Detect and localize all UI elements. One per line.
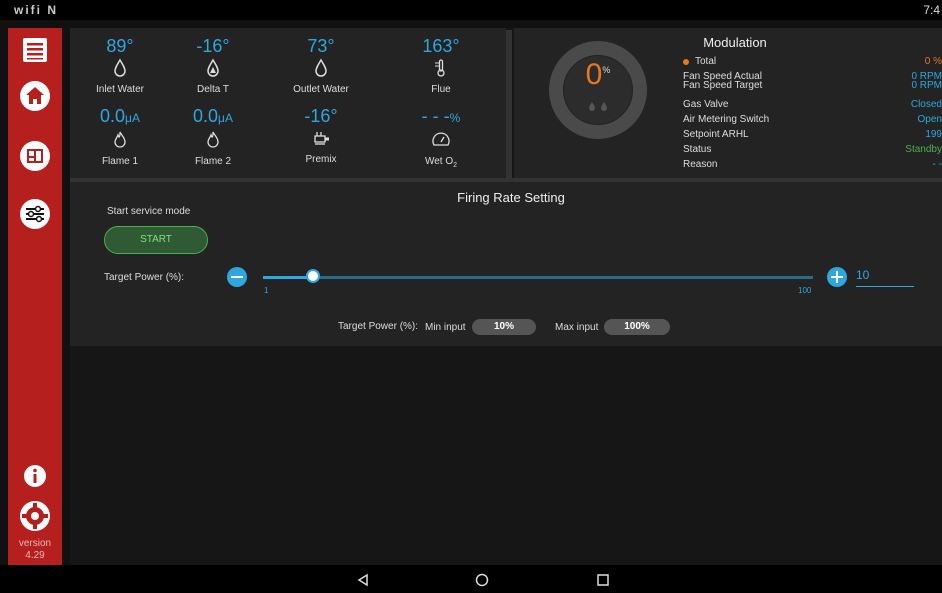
modulation-row: Status Standby <box>683 144 942 156</box>
navigation-bar <box>0 565 942 593</box>
target-power-input[interactable]: 10 <box>856 268 914 287</box>
modulation-row-label: Air Metering Switch <box>683 114 770 125</box>
settings-sliders-icon[interactable] <box>19 198 51 230</box>
sidebar: version 4.29 <box>8 28 62 565</box>
sensor-delta-t: -16° Delta T <box>163 36 263 95</box>
sensor-label: Premix <box>305 154 337 165</box>
back-icon[interactable] <box>356 573 370 587</box>
sensor-value: -16° <box>304 106 338 126</box>
modulation-row-label: Gas Valve <box>683 99 729 110</box>
sensor-unit: μA <box>218 111 233 125</box>
gauge-unit: % <box>602 65 611 75</box>
sensor-label: Inlet Water <box>96 84 144 95</box>
sensor-value: 163° <box>422 36 460 56</box>
version-label: version <box>18 538 52 549</box>
modulation-row: Total 0 % <box>683 56 942 68</box>
modulation-row-value: Open <box>917 114 942 125</box>
sensor-label: Wet O <box>424 156 454 167</box>
delta-drop-icon <box>207 58 219 77</box>
status-bar: wifi N 7:4 <box>0 0 942 20</box>
sensor-label-sub: 2 <box>453 162 458 169</box>
flame-icon <box>207 131 219 148</box>
sensor-inlet-water: 89° Inlet Water <box>70 36 170 95</box>
modulation-row: Fan Speed Target 0 RPM <box>683 80 942 92</box>
sensor-label: Flame 2 <box>194 156 232 167</box>
sensor-value: 0.0 <box>193 106 219 126</box>
sensor-value: -16° <box>196 36 230 56</box>
slider-max-label: 100 <box>798 286 812 295</box>
service-mode-label: Start service mode <box>107 206 191 217</box>
sensor-flame-1: 0.0μA Flame 1 <box>70 106 170 167</box>
min-input-value[interactable]: 10% <box>472 319 536 335</box>
sensor-value: 0.0 <box>100 106 126 126</box>
gauge-icon <box>432 132 450 146</box>
premix-icon <box>314 132 329 145</box>
total-dot-icon <box>683 59 689 65</box>
slider-min-label: 1 <box>264 286 269 295</box>
slider-handle[interactable] <box>306 269 320 283</box>
modulation-row-value: Standby <box>905 144 942 155</box>
modulation-row-value: 199 <box>925 129 942 140</box>
sensor-label: Delta T <box>196 84 230 95</box>
modulation-title: Modulation <box>703 35 767 50</box>
target-power-bottom-label: Target Power (%): <box>338 321 419 332</box>
recents-icon[interactable] <box>596 573 610 587</box>
status-time: 7:4 <box>923 3 940 17</box>
gear-icon[interactable] <box>19 500 51 532</box>
version-number: 4.29 <box>25 550 45 561</box>
sensor-unit: % <box>449 111 461 125</box>
sensor-unit: μA <box>125 111 140 125</box>
panel-divider <box>506 30 512 178</box>
dashboard-icon[interactable] <box>19 140 51 172</box>
thermometer-icon <box>435 59 445 77</box>
sensor-flue: 163° Flue <box>391 36 491 95</box>
sensor-label: Flue <box>431 84 451 95</box>
modulation-row: Setpoint ARHL 199 <box>683 129 942 141</box>
sensor-outlet-water: 73° Outlet Water <box>271 36 371 95</box>
modulation-row-value: 0 RPM <box>911 80 942 91</box>
home-nav-icon[interactable] <box>475 573 489 587</box>
status-icons: wifi N <box>14 3 58 17</box>
slider-track[interactable] <box>263 276 813 279</box>
water-drop-icon <box>114 58 126 77</box>
max-input-label: Max input <box>555 322 599 333</box>
sensor-label: Outlet Water <box>293 84 349 95</box>
menu-icon[interactable] <box>19 34 51 66</box>
water-drop-icon <box>315 58 327 77</box>
target-power-label: Target Power (%): <box>104 272 185 283</box>
sensor-value: - - - <box>421 106 450 126</box>
modulation-row: Air Metering Switch Open <box>683 114 942 126</box>
modulation-row-value: Closed <box>910 99 942 110</box>
modulation-row-label: Fan Speed Target <box>683 80 763 91</box>
sensor-label: Flame 1 <box>101 156 139 167</box>
modulation-row-value: - - <box>932 159 942 170</box>
sensor-value: 89° <box>106 36 134 56</box>
sensor-value: 73° <box>307 36 335 56</box>
flame-icon <box>114 131 126 148</box>
plus-icon[interactable] <box>826 266 848 288</box>
start-button[interactable]: START <box>104 226 208 254</box>
firing-title: Firing Rate Setting <box>457 190 565 205</box>
sensor-premix: -16° Premix <box>271 106 371 165</box>
firing-rate-panel: Firing Rate Setting Start service mode S… <box>70 182 942 346</box>
sensor-wet-o2: - - -% Wet O2 <box>391 106 491 169</box>
max-input-value[interactable]: 100% <box>604 319 670 335</box>
gauge-value: 0 <box>585 58 603 91</box>
modulation-row: Gas Valve Closed <box>683 99 942 111</box>
modulation-row-label: Setpoint ARHL <box>683 129 749 140</box>
modulation-row-label: Reason <box>683 159 718 170</box>
modulation-row: Reason - - <box>683 159 942 171</box>
minus-icon[interactable] <box>226 266 248 288</box>
sensor-flame-2: 0.0μA Flame 2 <box>163 106 263 167</box>
info-icon[interactable] <box>23 464 47 488</box>
modulation-gauge: 0% <box>548 40 648 140</box>
modulation-row-value: 0 % <box>924 56 942 67</box>
min-input-label: Min input <box>425 322 466 333</box>
home-icon[interactable] <box>19 80 51 112</box>
modulation-row-label: Status <box>683 144 712 155</box>
